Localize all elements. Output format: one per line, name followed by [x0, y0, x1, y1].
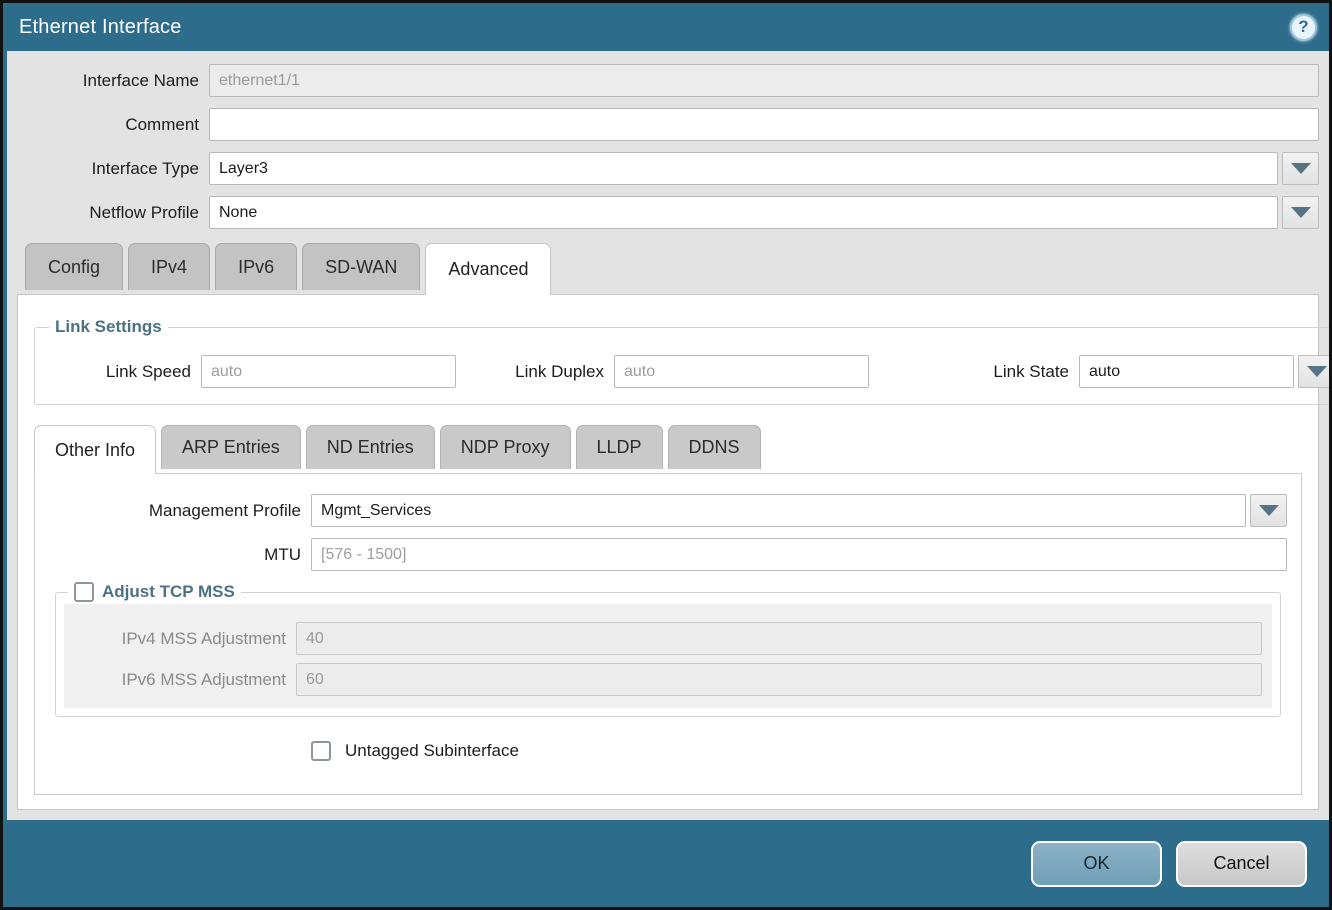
sub-tabstrip: Other Info ARP Entries ND Entries NDP Pr…: [34, 425, 1302, 473]
ok-button[interactable]: OK: [1031, 841, 1162, 887]
chevron-down-icon: [1259, 505, 1279, 516]
dialog-footer: OK Cancel: [7, 820, 1329, 907]
mtu-row: MTU: [49, 538, 1287, 571]
tab-sdwan[interactable]: SD-WAN: [302, 243, 420, 290]
link-speed-label: Link Speed: [41, 362, 201, 382]
netflow-profile-row: Netflow Profile: [17, 196, 1319, 229]
interface-name-row: Interface Name: [17, 64, 1319, 97]
adjust-tcp-mss-label: Adjust TCP MSS: [102, 582, 235, 602]
tab-config[interactable]: Config: [25, 243, 123, 290]
adjust-tcp-mss-legend: Adjust TCP MSS: [68, 582, 241, 602]
ipv6-mss-row: IPv6 MSS Adjustment: [64, 663, 1272, 696]
main-tabstrip: Config IPv4 IPv6 SD-WAN Advanced: [17, 243, 1319, 294]
link-duplex-label: Link Duplex: [456, 362, 614, 382]
tab-advanced[interactable]: Advanced: [425, 243, 551, 295]
dialog-title: Ethernet Interface: [19, 16, 182, 39]
subtab-ndp-proxy[interactable]: NDP Proxy: [440, 425, 571, 469]
mtu-label: MTU: [49, 545, 311, 565]
ipv6-mss-field: [296, 663, 1262, 696]
ipv4-mss-row: IPv4 MSS Adjustment: [64, 622, 1272, 655]
subtab-ddns[interactable]: DDNS: [668, 425, 761, 469]
link-settings-legend: Link Settings: [49, 317, 168, 337]
subtab-arp-entries[interactable]: ARP Entries: [161, 425, 301, 469]
screen: Ethernet Interface ? Interface Name Comm…: [0, 0, 1332, 910]
link-settings-row: Link Speed Link Duplex Link State: [41, 355, 1329, 388]
subtab-other-info[interactable]: Other Info: [34, 425, 156, 474]
untagged-subinterface-label: Untagged Subinterface: [345, 741, 519, 761]
help-icon[interactable]: ?: [1290, 14, 1317, 41]
link-speed-field[interactable]: [201, 355, 456, 388]
tab-ipv6[interactable]: IPv6: [215, 243, 297, 290]
subtab-nd-entries[interactable]: ND Entries: [306, 425, 435, 469]
adjust-tcp-mss-fieldset: Adjust TCP MSS IPv4 MSS Adjustment IPv6 …: [55, 582, 1281, 717]
dialog-titlebar: Ethernet Interface ?: [7, 3, 1329, 51]
comment-field[interactable]: [209, 108, 1319, 141]
interface-type-row: Interface Type: [17, 152, 1319, 185]
management-profile-dropdown-button[interactable]: [1250, 494, 1287, 527]
ethernet-interface-dialog: Ethernet Interface ? Interface Name Comm…: [3, 3, 1329, 907]
dialog-body: Interface Name Comment Interface Type Ne…: [7, 51, 1329, 820]
mtu-field[interactable]: [311, 538, 1287, 571]
ipv6-mss-label: IPv6 MSS Adjustment: [64, 670, 296, 690]
management-profile-row: Management Profile: [49, 494, 1287, 527]
comment-label: Comment: [17, 115, 209, 135]
interface-name-field: [209, 64, 1319, 97]
subtab-lldp[interactable]: LLDP: [576, 425, 663, 469]
management-profile-field[interactable]: [311, 494, 1246, 527]
chevron-down-icon: [1291, 207, 1311, 218]
chevron-down-icon: [1307, 366, 1327, 377]
interface-name-label: Interface Name: [17, 71, 209, 91]
netflow-profile-dropdown-button[interactable]: [1282, 196, 1319, 229]
ipv4-mss-label: IPv4 MSS Adjustment: [64, 629, 296, 649]
netflow-profile-label: Netflow Profile: [17, 203, 209, 223]
chevron-down-icon: [1291, 163, 1311, 174]
cancel-button[interactable]: Cancel: [1176, 841, 1307, 887]
untagged-subinterface-row: Untagged Subinterface: [311, 741, 1287, 761]
link-settings-fieldset: Link Settings Link Speed Link Duplex Lin…: [34, 317, 1329, 405]
link-duplex-field[interactable]: [614, 355, 869, 388]
untagged-subinterface-checkbox[interactable]: [311, 741, 331, 761]
tab-ipv4[interactable]: IPv4: [128, 243, 210, 290]
comment-row: Comment: [17, 108, 1319, 141]
ipv4-mss-field: [296, 622, 1262, 655]
interface-type-dropdown-button[interactable]: [1282, 152, 1319, 185]
interface-type-label: Interface Type: [17, 159, 209, 179]
link-state-label: Link State: [929, 362, 1079, 382]
netflow-profile-field[interactable]: [209, 196, 1278, 229]
interface-type-field[interactable]: [209, 152, 1278, 185]
adjust-tcp-mss-checkbox[interactable]: [74, 582, 94, 602]
other-info-panel: Management Profile MTU Adjust TCP MSS: [34, 473, 1302, 795]
mss-disabled-box: IPv4 MSS Adjustment IPv6 MSS Adjustment: [64, 604, 1272, 708]
management-profile-label: Management Profile: [49, 501, 311, 521]
link-state-dropdown-button[interactable]: [1298, 355, 1329, 388]
advanced-tab-panel: Link Settings Link Speed Link Duplex Lin…: [17, 294, 1319, 810]
link-state-field[interactable]: [1079, 355, 1294, 388]
